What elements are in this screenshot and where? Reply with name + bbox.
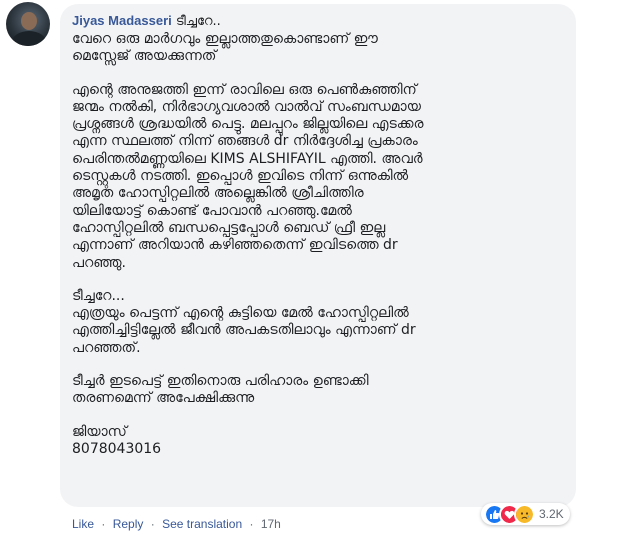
comment-paragraph: ടീച്ചറേ... എത്രയും പെട്ടന്ന് എന്റെ കുട്ട… bbox=[72, 287, 416, 356]
see-translation-link[interactable]: See translation bbox=[162, 517, 242, 531]
like-button[interactable]: Like bbox=[72, 517, 94, 531]
comment-paragraph: ടീച്ചർ ഇടപെട്ട് ഇതിനൊരു പരിഹാരം ഉണ്ടാക്ക… bbox=[72, 373, 369, 407]
greeting-text: ടീച്ചറേ.. bbox=[175, 14, 221, 29]
comment: Jiyas Madasseri ടീച്ചറേ.. വേറെ ഒരു മാർഗവ… bbox=[0, 0, 617, 538]
reaction-count: 3.2K bbox=[539, 507, 564, 521]
comment-body: വേറെ ഒരു മാർഗവും ഇല്ലാത്തതുകൊണ്ടാണ് ഈ മെ… bbox=[72, 31, 566, 458]
separator: · bbox=[150, 517, 155, 531]
comment-paragraph: വേറെ ഒരു മാർഗവും ഇല്ലാത്തതുകൊണ്ടാണ് ഈ മെ… bbox=[72, 31, 378, 65]
avatar-face bbox=[21, 12, 37, 30]
avatar-shoulders bbox=[12, 31, 46, 46]
sad-reaction-icon bbox=[514, 503, 535, 525]
comment-paragraph: എന്റെ അനുജത്തി ഇന്ന് രാവിലെ ഒരു പെൺകുഞ്ഞ… bbox=[72, 81, 424, 271]
comment-header: Jiyas Madasseri ടീച്ചറേ.. bbox=[72, 12, 566, 31]
reaction-summary[interactable]: 3.2K bbox=[481, 503, 570, 525]
comment-actions: Like · Reply · See translation · 17h bbox=[72, 517, 281, 531]
author-name[interactable]: Jiyas Madasseri bbox=[72, 13, 172, 28]
reply-button[interactable]: Reply bbox=[113, 517, 144, 531]
timestamp[interactable]: 17h bbox=[261, 517, 281, 531]
comment-bubble: Jiyas Madasseri ടീച്ചറേ.. വേറെ ഒരു മാർഗവ… bbox=[60, 4, 576, 507]
sad-reaction-bg bbox=[516, 505, 533, 523]
avatar[interactable] bbox=[6, 2, 50, 46]
comment-paragraph: ജിയാസ് 8078043016 bbox=[72, 423, 162, 457]
separator: · bbox=[249, 517, 254, 531]
separator: · bbox=[101, 517, 106, 531]
sad-eye-right bbox=[525, 511, 529, 515]
sad-eye-left bbox=[520, 511, 524, 515]
